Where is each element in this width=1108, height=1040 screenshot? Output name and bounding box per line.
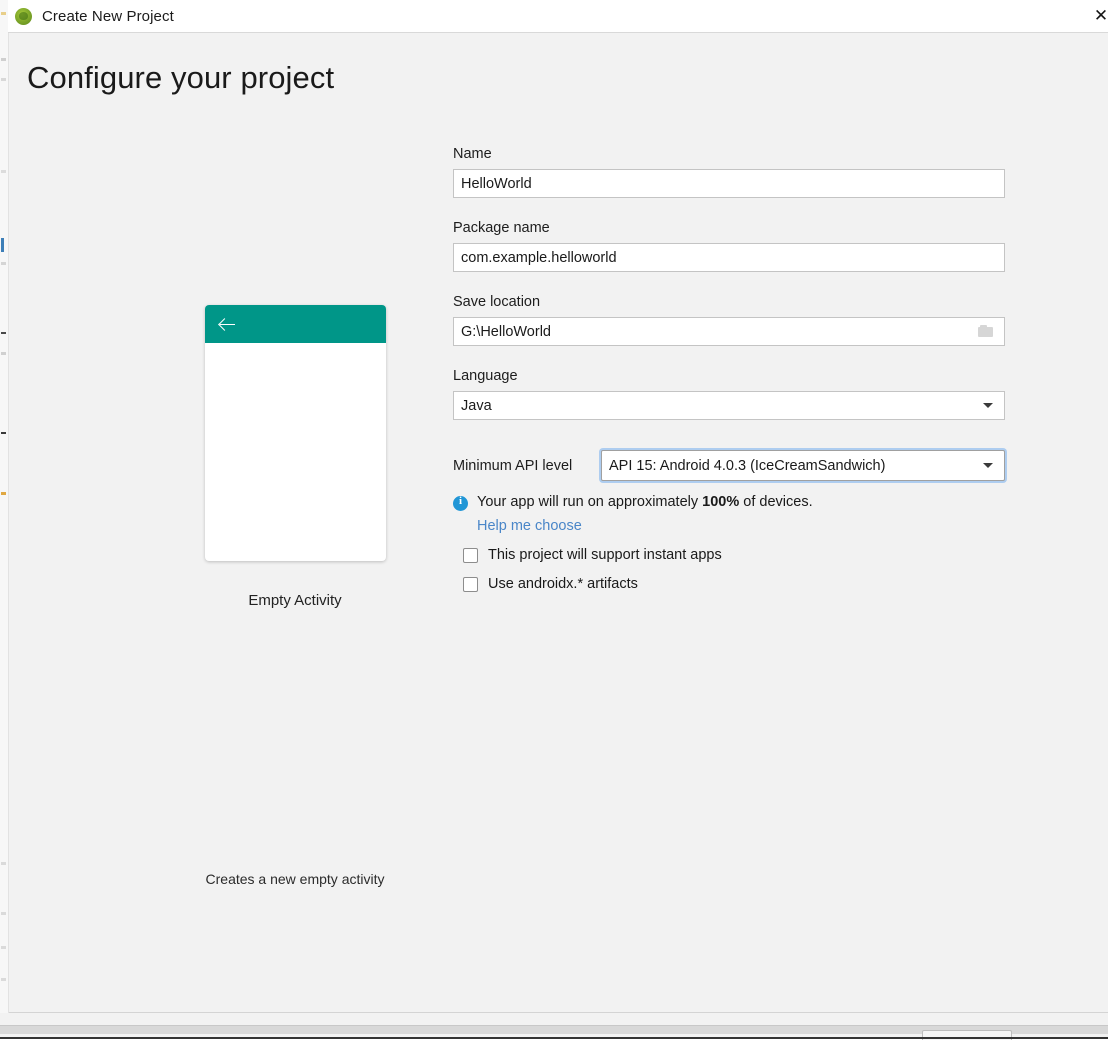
- min-api-level-label: Minimum API level: [453, 458, 601, 474]
- package-name-label: Package name: [453, 220, 1005, 236]
- name-input[interactable]: HelloWorld: [453, 169, 1005, 198]
- language-dropdown[interactable]: Java: [453, 391, 1005, 420]
- instant-apps-label: This project will support instant apps: [488, 547, 722, 563]
- device-coverage-text: Your app will run on approximately 100% …: [477, 494, 813, 510]
- device-coverage-info: Your app will run on approximately 100% …: [453, 494, 1005, 511]
- bg-mark: [1, 170, 6, 173]
- bg-mark: [1, 332, 6, 334]
- package-name-input-value: com.example.helloworld: [454, 250, 1004, 266]
- coverage-text-before: Your app will run on approximately: [477, 494, 702, 510]
- save-location-label: Save location: [453, 294, 1005, 310]
- back-arrow-icon: [219, 316, 236, 333]
- bg-mark: [1, 912, 6, 915]
- min-api-level-dropdown[interactable]: API 15: Android 4.0.3 (IceCreamSandwich): [601, 450, 1005, 481]
- androidx-checkbox[interactable]: [463, 577, 478, 592]
- coverage-percent: 100%: [702, 494, 739, 510]
- folder-open-icon[interactable]: [978, 325, 995, 339]
- bg-mark: [1, 262, 6, 265]
- info-icon: [453, 496, 468, 511]
- chevron-down-icon: [983, 403, 993, 408]
- save-location-input-value: G:\HelloWorld: [454, 324, 978, 340]
- bg-mark: [1, 862, 6, 865]
- min-api-level-row: Minimum API level API 15: Android 4.0.3 …: [453, 450, 1005, 481]
- bg-mark: [1, 978, 6, 981]
- project-config-form: Name HelloWorld Package name com.example…: [453, 146, 1005, 592]
- chevron-down-icon: [983, 463, 993, 468]
- close-icon[interactable]: ✕: [1090, 4, 1108, 26]
- bg-mark: [1, 238, 4, 252]
- instant-apps-checkbox[interactable]: [463, 548, 478, 563]
- min-api-level-dropdown-value: API 15: Android 4.0.3 (IceCreamSandwich): [602, 458, 983, 474]
- bg-mark: [1, 946, 6, 949]
- package-name-field-group: Package name com.example.helloworld: [453, 220, 1005, 272]
- language-dropdown-value: Java: [454, 398, 983, 414]
- page-title: Configure your project: [27, 60, 334, 96]
- androidx-checkbox-row[interactable]: Use androidx.* artifacts: [463, 576, 1005, 592]
- background-window-strip: [0, 0, 9, 1039]
- activity-preview-card: [205, 305, 386, 561]
- language-label: Language: [453, 368, 1005, 384]
- instant-apps-checkbox-row[interactable]: This project will support instant apps: [463, 547, 1005, 563]
- bg-mark: [1, 58, 6, 61]
- language-field-group: Language Java: [453, 368, 1005, 420]
- preview-appbar: [205, 305, 386, 343]
- help-me-choose-link[interactable]: Help me choose: [477, 518, 1005, 534]
- dialog-title-bar: Create New Project ✕: [8, 0, 1108, 33]
- android-studio-icon: [15, 8, 32, 25]
- bg-mark: [1, 492, 6, 495]
- name-field-group: Name HelloWorld: [453, 146, 1005, 198]
- template-name-label: Empty Activity: [180, 592, 410, 609]
- name-label: Name: [453, 146, 1005, 162]
- dialog-body: Configure your project Empty Activity Cr…: [9, 33, 1108, 1012]
- bg-mark: [1, 432, 6, 434]
- bg-mark: [1, 12, 6, 15]
- package-name-input[interactable]: com.example.helloworld: [453, 243, 1005, 272]
- androidx-label: Use androidx.* artifacts: [488, 576, 638, 592]
- name-input-value: HelloWorld: [454, 176, 1004, 192]
- dialog-title: Create New Project: [42, 8, 174, 25]
- save-location-field-group: Save location G:\HelloWorld: [453, 294, 1005, 346]
- save-location-input[interactable]: G:\HelloWorld: [453, 317, 1005, 346]
- coverage-text-after: of devices.: [739, 494, 812, 510]
- template-preview: Empty Activity: [180, 305, 410, 609]
- bg-mark: [1, 352, 6, 355]
- bg-mark: [1, 78, 6, 81]
- template-description: Creates a new empty activity: [180, 871, 410, 887]
